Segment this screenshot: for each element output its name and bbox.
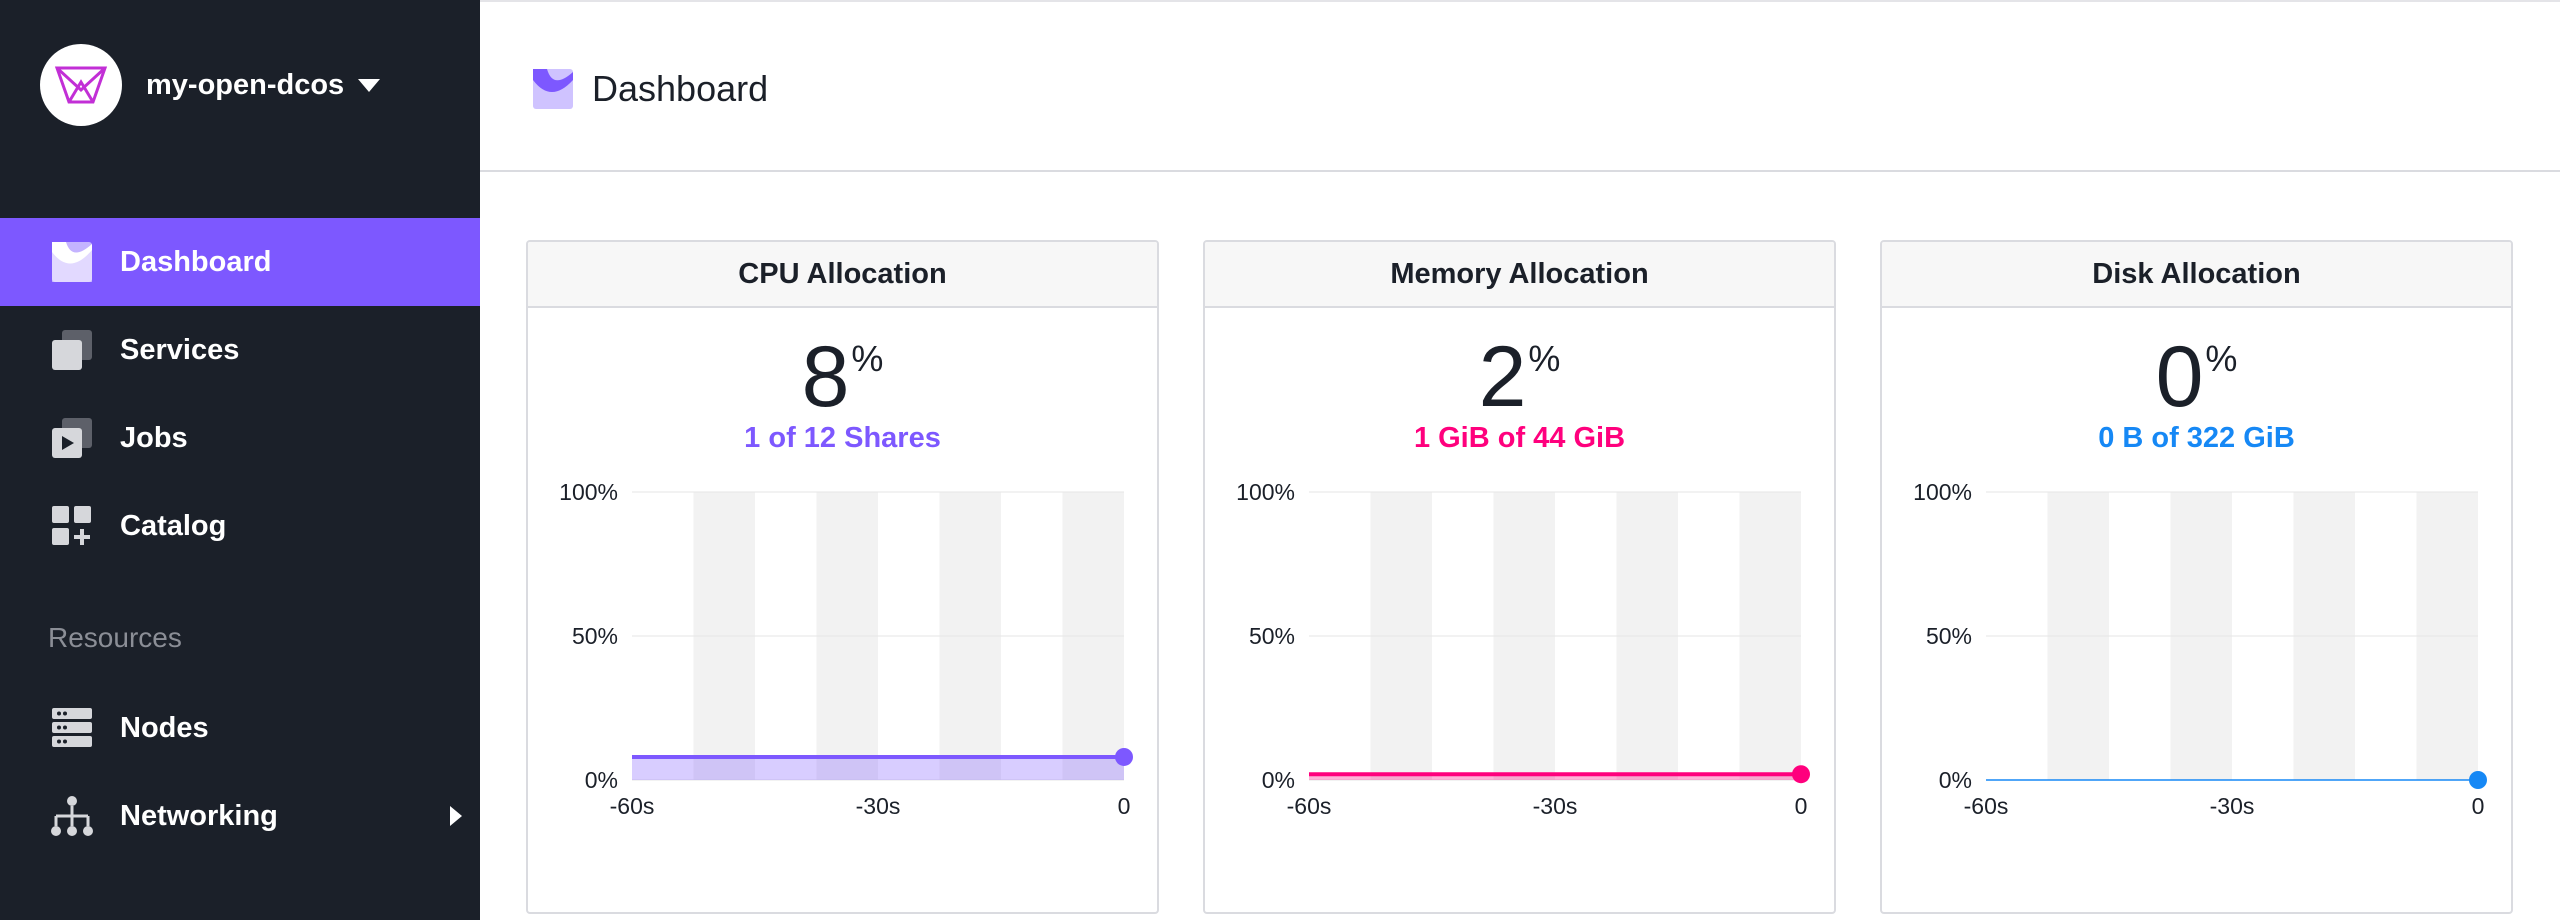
y-tick-label: 0%: [1262, 767, 1295, 793]
x-tick-label: 0: [1118, 793, 1131, 819]
panel-title: CPU Allocation: [528, 242, 1157, 308]
caret-down-icon[interactable]: [358, 78, 381, 92]
sidebar-item-label: Services: [120, 333, 240, 366]
y-tick-label: 100%: [559, 479, 618, 505]
panel-title: Disk Allocation: [1882, 242, 2511, 308]
sidebar-item-label: Dashboard: [120, 245, 272, 278]
y-tick-label: 50%: [1926, 623, 1972, 649]
y-tick-label: 0%: [1939, 767, 1972, 793]
y-tick-label: 100%: [1236, 479, 1295, 505]
cluster-name[interactable]: my-open-dcos: [146, 69, 344, 102]
memory-allocation-panel: Memory Allocation 2% 1 GiB of 44 GiB 100…: [1203, 240, 1836, 914]
sidebar-item-services[interactable]: Services: [0, 306, 480, 394]
panel-title: Memory Allocation: [1205, 242, 1834, 308]
allocation-percent: 8%: [528, 334, 1157, 420]
latest-point: [1115, 747, 1133, 766]
x-tick-label: -60s: [1964, 793, 2009, 819]
chevron-right-icon[interactable]: [450, 806, 462, 826]
x-tick-label: -30s: [1533, 793, 1578, 819]
x-tick-label: -30s: [2210, 793, 2255, 819]
percent-value: 8: [801, 329, 850, 425]
sidebar-item-label: Nodes: [120, 711, 209, 744]
x-tick-label: -30s: [856, 793, 901, 819]
percent-value: 0: [2155, 329, 2204, 425]
networking-icon: [51, 796, 93, 836]
disk-allocation-panel: Disk Allocation 0% 0 B of 322 GiB 100% 50…: [1880, 240, 2513, 914]
catalog-icon: [52, 506, 91, 545]
nodes-icon: [52, 708, 92, 747]
allocation-detail: 1 GiB of 44 GiB: [1413, 422, 1626, 454]
dcos-logo: [40, 44, 122, 126]
sidebar-item-nodes[interactable]: Nodes: [0, 684, 480, 772]
y-tick-label: 50%: [1249, 623, 1295, 649]
x-tick-label: -60s: [610, 793, 655, 819]
sidebar-item-label: Jobs: [120, 421, 188, 454]
memory-allocation-chart: 100% 50% 0%-60s -30s 0: [1236, 479, 1810, 819]
y-tick-label: 100%: [1913, 479, 1972, 505]
percent-sign: %: [1528, 338, 1561, 379]
sidebar-item-dashboard[interactable]: Dashboard: [0, 218, 480, 306]
services-icon: [52, 330, 92, 370]
allocation-detail: 0 B of 322 GiB: [2098, 422, 2295, 454]
sidebar-item-label: Networking: [120, 799, 278, 832]
cpu-allocation-panel: CPU Allocation 8% 1 of 12 Shares 100% 50%…: [526, 240, 1159, 914]
allocation-percent: 2%: [1205, 334, 1834, 420]
series-area: [632, 756, 1124, 780]
y-tick-label: 0%: [585, 767, 618, 793]
y-tick-label: 50%: [572, 623, 618, 649]
sidebar: my-open-dcos Dashboard Services Jobs Cat…: [0, 0, 480, 920]
resources-section-label: Resources: [48, 622, 182, 653]
cpu-allocation-chart: 100% 50% 0%-60s -30s 0: [559, 479, 1133, 819]
sidebar-item-networking[interactable]: Networking: [0, 772, 480, 860]
disk-allocation-chart: 100% 50% 0%-60s -30s 0: [1913, 479, 2487, 819]
x-tick-label: -60s: [1287, 793, 1332, 819]
sidebar-item-catalog[interactable]: Catalog: [0, 482, 480, 570]
cluster-dropdown[interactable]: my-open-dcos: [40, 44, 381, 126]
percent-value: 2: [1478, 329, 1527, 425]
allocation-percent: 0%: [1882, 334, 2511, 420]
sidebar-item-label: Catalog: [120, 509, 227, 542]
percent-sign: %: [851, 338, 884, 379]
dashboard-icon: [52, 242, 92, 282]
percent-sign: %: [2205, 338, 2238, 379]
jobs-icon: [52, 418, 92, 458]
dashboard-icon: [533, 69, 573, 109]
page-title: Dashboard: [592, 68, 769, 109]
x-tick-label: 0: [1795, 793, 1808, 819]
latest-point: [1792, 765, 1810, 784]
latest-point: [2469, 771, 2487, 789]
x-tick-label: 0: [2472, 793, 2485, 819]
sidebar-item-jobs[interactable]: Jobs: [0, 394, 480, 482]
page-header: Dashboard: [480, 0, 2560, 172]
allocation-detail: 1 of 12 Shares: [744, 422, 941, 454]
